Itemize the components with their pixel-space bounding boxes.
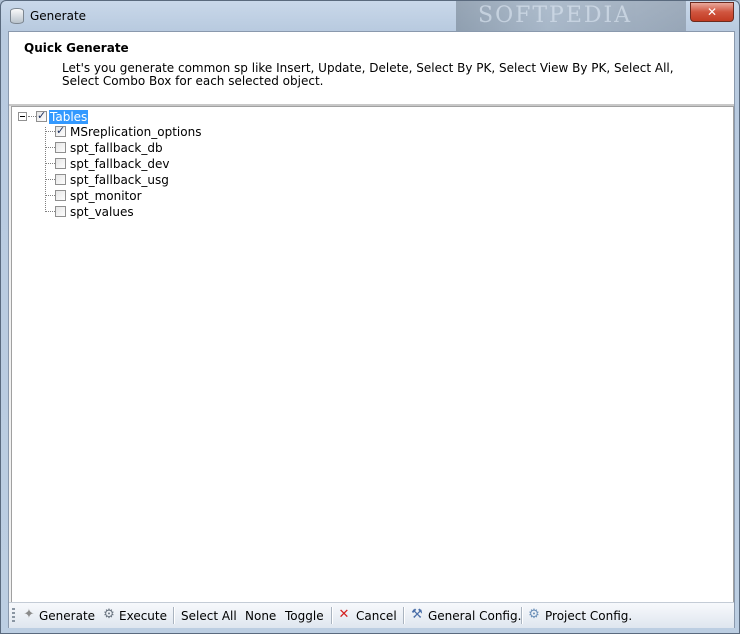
tree-item-label[interactable]: spt_monitor (70, 189, 142, 203)
tree-connector-line (28, 116, 36, 117)
database-icon (10, 8, 24, 24)
gears-icon: ⚙ (103, 607, 115, 622)
tree-item-checkbox[interactable] (55, 124, 66, 137)
toolbar-grip-icon[interactable] (12, 608, 15, 623)
header-panel: Quick Generate Let's you generate common… (9, 32, 734, 106)
close-button[interactable]: ✕ (690, 2, 734, 22)
dialog-client-area: Quick Generate Let's you generate common… (8, 31, 735, 628)
tree-item-label[interactable]: MSreplication_options (70, 125, 201, 139)
watermark-logo: SOFTPEDIA (456, 1, 686, 31)
project-config-button[interactable]: Project Config. (545, 609, 632, 625)
tree-item-label[interactable]: spt_fallback_dev (70, 157, 169, 171)
generate-button[interactable]: Generate (39, 609, 95, 625)
tree-item-label[interactable]: spt_fallback_db (70, 141, 163, 155)
object-tree[interactable]: Tables MSreplication_options spt_fallbac… (11, 106, 734, 603)
toolbar-separator (331, 607, 332, 624)
tree-connector-line (45, 211, 55, 212)
cancel-x-icon: ✕ (338, 607, 350, 622)
tools-icon: ⚒ (411, 607, 423, 622)
wand-icon: ✦ (23, 607, 35, 622)
tree-connector-line (45, 163, 55, 164)
tree-connector-line (45, 147, 55, 148)
tree-connector-line (45, 179, 55, 180)
toggle-button[interactable]: Toggle (285, 609, 324, 625)
toolbar-separator (173, 607, 174, 624)
collapse-toggle-icon[interactable] (18, 112, 27, 121)
tree-item-label[interactable]: spt_values (70, 205, 134, 219)
watermark-text: SOFTPEDIA (478, 3, 633, 28)
tree-item-label[interactable]: spt_fallback_usg (70, 173, 169, 187)
tree-connector-line (45, 131, 55, 132)
tree-item-checkbox[interactable] (55, 158, 66, 169)
generate-window: Generate SOFTPEDIA ✕ Quick Generate Let'… (0, 0, 740, 634)
tree-item-checkbox[interactable] (55, 174, 66, 185)
tree-connector-line (45, 127, 46, 212)
tree-root-label[interactable]: Tables (47, 109, 90, 125)
toolbar-separator (521, 607, 522, 624)
window-title: Generate (30, 9, 87, 23)
tree-item-checkbox[interactable] (55, 206, 66, 217)
title-bar[interactable]: Generate SOFTPEDIA ✕ (1, 1, 739, 31)
header-description: Let's you generate common sp like Insert… (62, 61, 674, 88)
execute-button[interactable]: Execute (119, 609, 167, 625)
tree-root-checkbox[interactable] (36, 109, 47, 122)
select-all-button[interactable]: Select All (181, 609, 237, 625)
cancel-button[interactable]: Cancel (356, 609, 397, 625)
project-settings-icon: ⚙ (528, 607, 540, 622)
tree-item-checkbox[interactable] (55, 190, 66, 201)
tree-item-checkbox[interactable] (55, 142, 66, 153)
header-title: Quick Generate (24, 41, 129, 55)
select-none-button[interactable]: None (245, 609, 276, 625)
bottom-toolbar: ✦ Generate ⚙ Execute Select All None Tog… (9, 602, 734, 628)
general-config-button[interactable]: General Config. (428, 609, 521, 625)
toolbar-separator (403, 607, 404, 624)
tree-connector-line (45, 195, 55, 196)
